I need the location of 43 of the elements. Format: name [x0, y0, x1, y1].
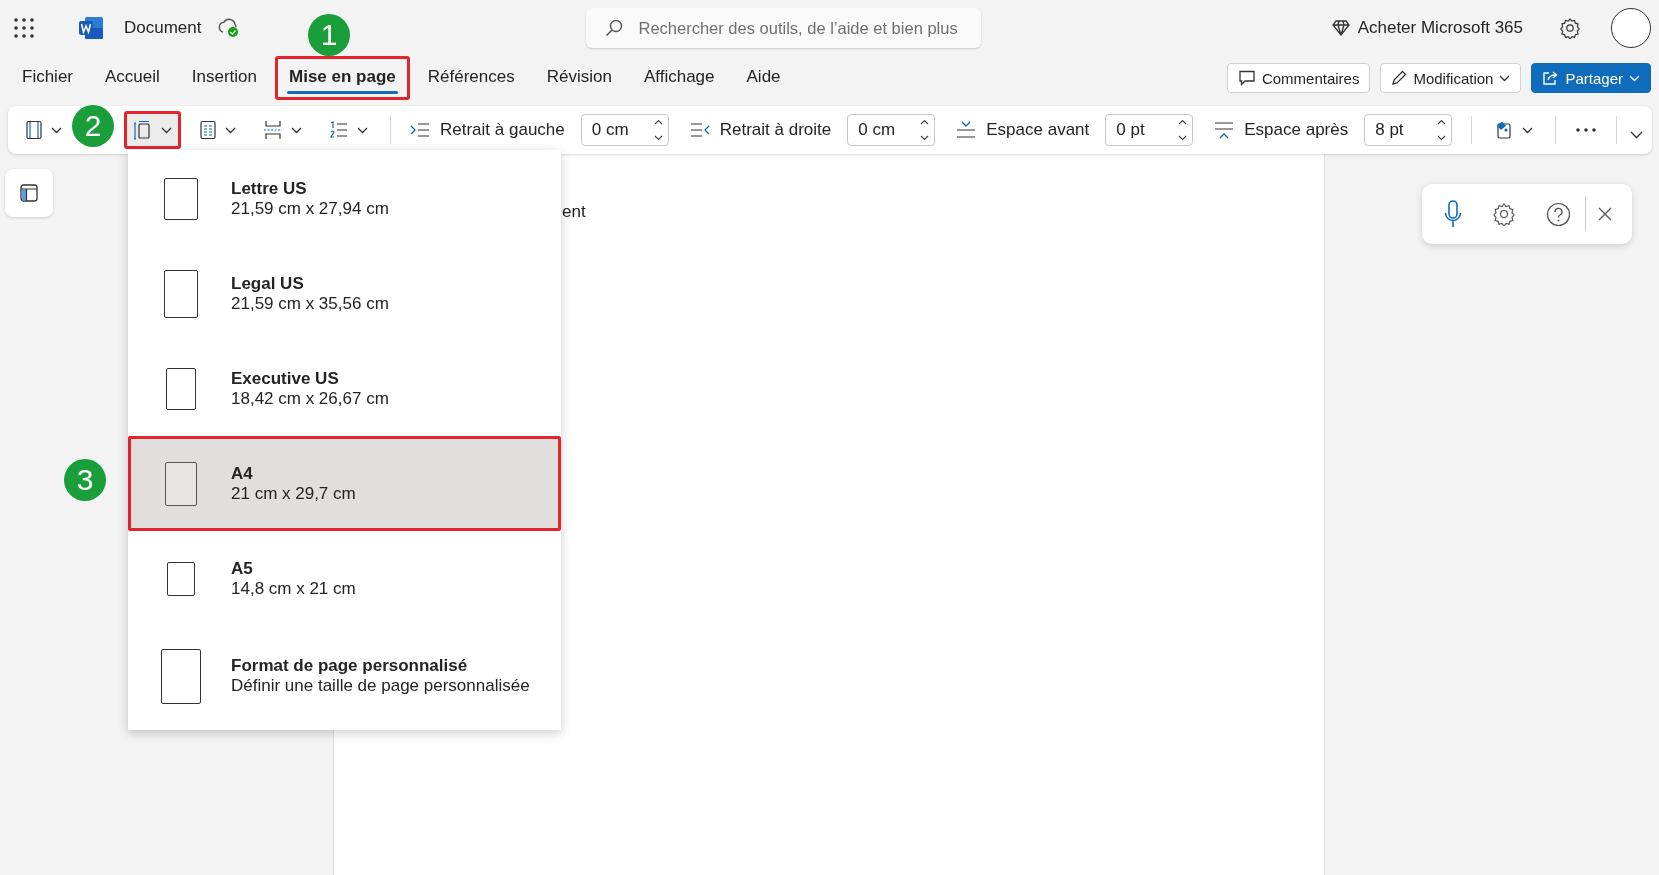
- page-size-name: Format de page personnalisé: [231, 656, 469, 676]
- space-before-button[interactable]: Espace avant: [956, 120, 1090, 140]
- search-field[interactable]: Rechercher des outils, de l’aide et bien plus: [586, 8, 982, 48]
- page-size-option[interactable]: A5 14,8 cm x 21 cm: [128, 531, 561, 626]
- step-number-badge: 3: [64, 459, 106, 501]
- page-size-dimensions: 14,8 cm x 21 cm: [231, 578, 356, 599]
- page-size-name: A5: [231, 558, 254, 579]
- page-size-dimensions: Définir une taille de page personnalisée: [231, 676, 530, 696]
- page-size-option[interactable]: Lettre US 21,59 cm x 27,94 cm: [128, 151, 561, 246]
- page-size-option[interactable]: Format de page personnalisé Définir une taille de page personnalisée: [128, 626, 561, 726]
- page-size-name: Executive US: [231, 368, 340, 389]
- page-size-name: Lettre US: [231, 178, 308, 199]
- menu-tab[interactable]: Accueil: [91, 56, 174, 100]
- page-size-option[interactable]: Executive US 18,42 cm x 26,67 cm: [128, 341, 561, 436]
- spin-field[interactable]: 0 cm: [580, 114, 669, 146]
- menu-tab[interactable]: Révision: [532, 56, 626, 100]
- menu-tab[interactable]: Fichier: [8, 56, 87, 100]
- spin-field[interactable]: 0 pt: [1105, 114, 1194, 146]
- spin-field[interactable]: 0 cm: [847, 114, 936, 146]
- editing-mode-button[interactable]: Modification: [1380, 63, 1522, 93]
- buy-microsoft-365-button[interactable]: Acheter Microsoft 365: [1331, 18, 1523, 38]
- menu-tab[interactable]: Références: [413, 56, 529, 100]
- spin-field[interactable]: 8 pt: [1364, 114, 1453, 146]
- page-size-name: Legal US: [231, 273, 305, 294]
- page-size-option[interactable]: A4 21 cm x 29,7 cm: [128, 436, 561, 531]
- comments-button[interactable]: Commentaires: [1226, 63, 1371, 93]
- space-after-button[interactable]: Espace après: [1214, 120, 1349, 140]
- page-size-name: A4: [231, 463, 254, 484]
- page-size-option[interactable]: Legal US 21,59 cm x 35,56 cm: [128, 246, 561, 341]
- menu-tab[interactable]: Mise en page: [275, 56, 410, 100]
- indent-left-button[interactable]: Retrait à gauche: [410, 120, 565, 140]
- menu-tab[interactable]: Insertion: [177, 56, 272, 100]
- share-button[interactable]: Partager: [1531, 63, 1651, 93]
- step-number-badge: 1: [308, 14, 350, 56]
- document-text: ent: [562, 202, 586, 221]
- menu-tab[interactable]: Aide: [732, 56, 795, 100]
- menu-tab[interactable]: Affichage: [629, 56, 729, 100]
- page-size-dimensions: 21,59 cm x 27,94 cm: [231, 198, 389, 219]
- document-title[interactable]: Document: [124, 18, 202, 38]
- page-size-dimensions: 21,59 cm x 35,56 cm: [231, 293, 389, 314]
- page-size-dimensions: 18,42 cm x 26,67 cm: [231, 388, 389, 409]
- page-size-dimensions: 21 cm x 29,7 cm: [231, 483, 356, 504]
- indent-right-button[interactable]: Retrait à droite: [689, 120, 832, 140]
